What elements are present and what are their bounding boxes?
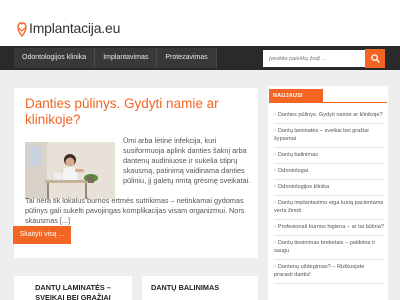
sidebar-heading: NAUJAUSI ĮRAŠAI <box>269 89 323 113</box>
nav-item-implantavimas[interactable]: Implantavimas <box>95 48 158 68</box>
recent-post-link[interactable]: › Dantenų uždegimas? – Rizikuojate praras… <box>274 260 384 284</box>
chevron-right-icon: › <box>274 152 276 158</box>
chevron-right-icon: › <box>274 168 276 174</box>
chevron-right-icon: › <box>274 112 276 118</box>
article-excerpt-continued: Tai nėra tik lokalus burnos ertmės sutri… <box>25 196 245 225</box>
recent-posts-list: › Danties pūlinys. Gydyti namie ar klinik… <box>274 108 384 284</box>
site-header: Implantacija.eu <box>0 0 400 46</box>
tooth-heart-icon <box>17 22 27 37</box>
chevron-right-icon: › <box>274 240 276 246</box>
sidebar-heading-divider <box>269 102 387 103</box>
nav-menu: Odontologijos klinika Implantavimas Prot… <box>14 48 217 68</box>
search-input[interactable] <box>263 50 365 67</box>
chevron-right-icon: › <box>274 200 276 206</box>
recent-post-link[interactable]: › Dantų balinimas <box>274 148 384 164</box>
recent-post-link[interactable]: › Dantų tiesinimas breketais – patikima i… <box>274 236 384 260</box>
recent-post-link[interactable]: › Profesionali burnos higiena – ar tai bū… <box>274 220 384 236</box>
recent-post-link[interactable]: › Danties pūlinys. Gydyti namie ar klinik… <box>274 108 384 124</box>
sidebar-recent-posts: NAUJAUSI ĮRAŠAI › Danties pūlinys. Gydyti… <box>268 86 388 300</box>
nav-item-protezavimas[interactable]: Protezavimas <box>157 48 217 68</box>
article-body: Ūmi arba lėtinė infekcija, kuri susiform… <box>25 136 250 236</box>
recent-post-link[interactable]: › Odontologijos klinika <box>274 180 384 196</box>
chevron-right-icon: › <box>274 184 276 190</box>
article-excerpt-side: Ūmi arba lėtinė infekcija, kuri susiform… <box>123 136 251 185</box>
post-card-laminates: DANTŲ LAMINATĖS – SVEIKAI BEI GRAŽIAI ŠY… <box>14 276 132 300</box>
recent-post-link[interactable]: › Dantų implantavimo eiga kurią pacientam… <box>274 196 384 220</box>
article-thumbnail[interactable] <box>25 142 115 199</box>
post-card-whitening: DANTŲ BALINIMAS <box>142 276 258 300</box>
post-card-title[interactable]: DANTŲ BALINIMAS <box>151 283 249 293</box>
nav-item-odontologijos-klinika[interactable]: Odontologijos klinika <box>14 48 96 68</box>
read-more-button[interactable]: Skaityti visą ... <box>13 226 71 244</box>
article-title[interactable]: Danties pūlinys. Gydyti namie ar kliniko… <box>25 96 225 128</box>
recent-post-link[interactable]: › Dantų laminatės – sveikai bei gražiai š… <box>274 124 384 148</box>
logo-text: Implantacija.eu <box>29 20 121 36</box>
chevron-right-icon: › <box>274 224 276 230</box>
search-button[interactable] <box>365 49 385 68</box>
search-icon <box>370 54 380 63</box>
site-logo[interactable]: Implantacija.eu <box>16 18 120 38</box>
dentist-photo-illustration <box>25 142 115 199</box>
recent-post-link[interactable]: › Odontologai <box>274 164 384 180</box>
chevron-right-icon: › <box>274 128 276 134</box>
chevron-right-icon: › <box>274 264 276 270</box>
post-card-title[interactable]: DANTŲ LAMINATĖS – SVEIKAI BEI GRAŽIAI ŠY… <box>23 283 123 300</box>
